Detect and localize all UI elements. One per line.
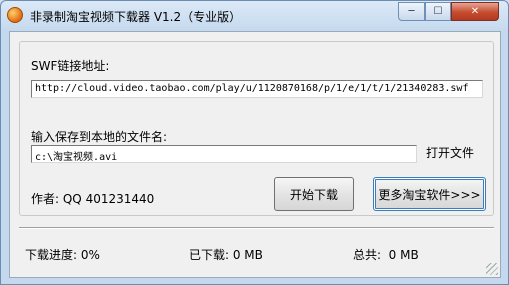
open-file-link[interactable]: 打开文件 (426, 144, 474, 161)
main-panel: SWF链接地址: http://cloud.video.taobao.com/p… (9, 31, 501, 278)
author-text: 作者: QQ 401231440 (31, 192, 155, 206)
swf-url-input[interactable]: http://cloud.video.taobao.com/play/u/112… (31, 80, 483, 98)
start-download-button[interactable]: 开始下载 (274, 177, 354, 211)
save-filename-input[interactable]: c:\淘宝视频.avi (31, 145, 417, 163)
window-title: 非录制淘宝视频下载器 V1.2（专业版） (30, 10, 242, 24)
settings-group: SWF链接地址: http://cloud.video.taobao.com/p… (19, 41, 494, 216)
title-bar[interactable]: 非录制淘宝视频下载器 V1.2（专业版） ─ ☐ ✕ (1, 1, 508, 31)
app-logo-icon (7, 7, 23, 23)
more-software-button[interactable]: 更多淘宝软件>>> (373, 177, 486, 211)
close-button[interactable]: ✕ (451, 2, 499, 21)
minimize-button[interactable]: ─ (398, 2, 425, 21)
maximize-button[interactable]: ☐ (425, 2, 451, 21)
app-window: 非录制淘宝视频下载器 V1.2（专业版） ─ ☐ ✕ SWF链接地址: http… (0, 0, 509, 285)
resize-grip-icon[interactable] (486, 263, 498, 275)
save-filename-label: 输入保存到本地的文件名: (31, 130, 168, 144)
swf-url-label: SWF链接地址: (31, 59, 110, 73)
total-status: 总共: 0 MB (353, 248, 419, 262)
progress-status: 下载进度: 0% (25, 248, 100, 262)
status-divider (19, 227, 494, 229)
downloaded-status: 已下载: 0 MB (189, 248, 263, 262)
